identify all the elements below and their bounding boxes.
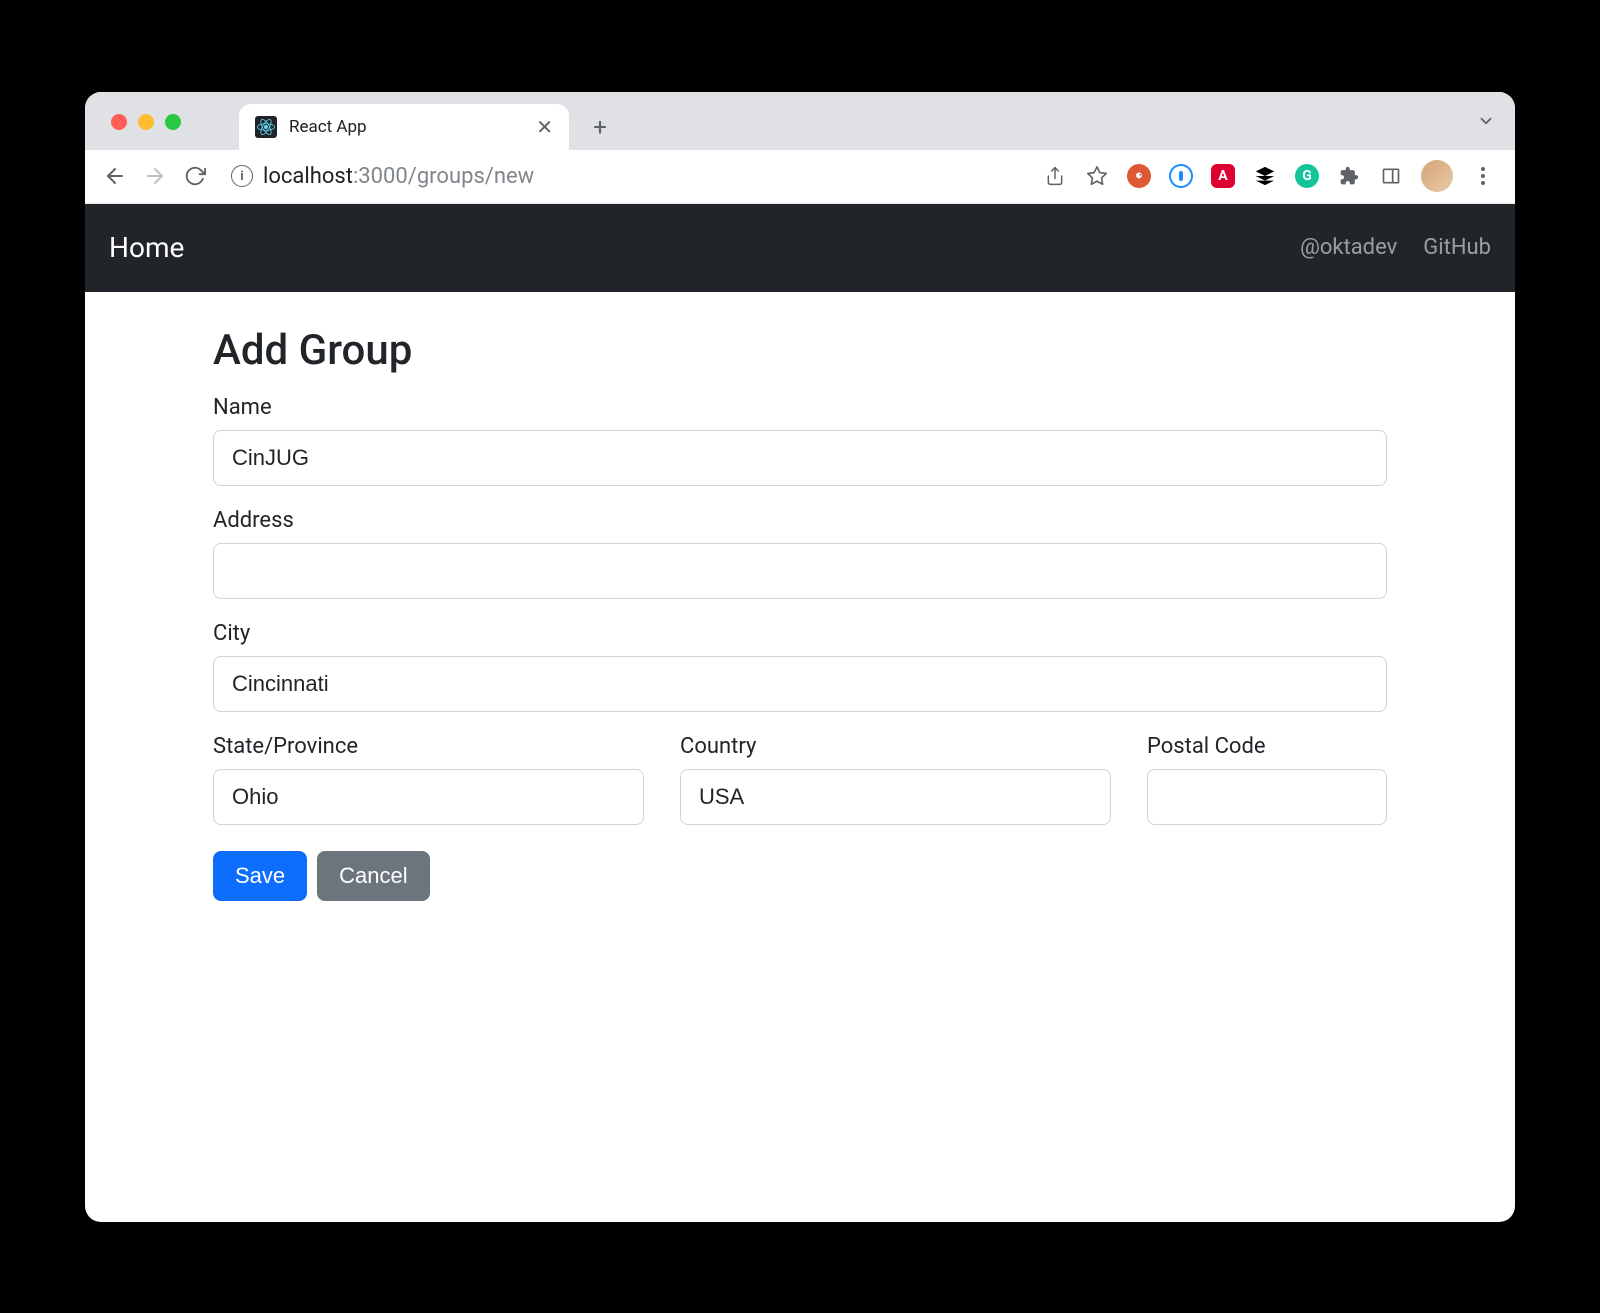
app-navbar: Home @oktadev GitHub: [85, 204, 1515, 292]
state-input[interactable]: [213, 769, 644, 825]
react-favicon-icon: [255, 116, 277, 138]
new-tab-button[interactable]: +: [581, 108, 619, 146]
country-label: Country: [680, 734, 1111, 759]
site-info-icon[interactable]: i: [231, 165, 253, 187]
close-window-button[interactable]: [111, 114, 127, 130]
form-actions: Save Cancel: [213, 851, 1387, 901]
navbar-link-github[interactable]: GitHub: [1423, 235, 1491, 260]
duckduckgo-extension-icon[interactable]: [1127, 164, 1151, 188]
maximize-window-button[interactable]: [165, 114, 181, 130]
city-label: City: [213, 621, 1387, 646]
form-group-country: Country: [680, 734, 1111, 825]
state-label: State/Province: [213, 734, 644, 759]
country-input[interactable]: [680, 769, 1111, 825]
toolbar-right: A G: [1043, 160, 1499, 192]
form-group-city: City: [213, 621, 1387, 712]
name-label: Name: [213, 395, 1387, 420]
navbar-brand[interactable]: Home: [109, 231, 184, 264]
url-text: localhost:3000/groups/new: [263, 164, 534, 189]
form-group-state: State/Province: [213, 734, 644, 825]
onepassword-extension-icon[interactable]: [1169, 164, 1193, 188]
page-content: Add Group Name Address City State/Provin…: [85, 292, 1515, 1222]
form-group-address: Address: [213, 508, 1387, 599]
minimize-window-button[interactable]: [138, 114, 154, 130]
postal-input[interactable]: [1147, 769, 1387, 825]
forward-icon[interactable]: [141, 162, 169, 190]
browser-tab-active[interactable]: React App ✕: [239, 104, 569, 150]
name-input[interactable]: [213, 430, 1387, 486]
grammarly-extension-icon[interactable]: G: [1295, 164, 1319, 188]
profile-avatar[interactable]: [1421, 160, 1453, 192]
navbar-link-oktadev[interactable]: @oktadev: [1300, 235, 1397, 260]
browser-tab-strip: React App ✕ +: [85, 92, 1515, 150]
browser-window: React App ✕ + i localhost:3000/groups/ne…: [85, 92, 1515, 1222]
form-group-postal: Postal Code: [1147, 734, 1387, 825]
chrome-menu-icon[interactable]: [1471, 164, 1495, 188]
bookmark-star-icon[interactable]: [1085, 164, 1109, 188]
back-icon[interactable]: [101, 162, 129, 190]
tab-title: React App: [289, 117, 524, 137]
window-controls: [111, 114, 181, 130]
tabs-dropdown-icon[interactable]: [1477, 112, 1495, 135]
side-panel-icon[interactable]: [1379, 164, 1403, 188]
cancel-button[interactable]: Cancel: [317, 851, 429, 901]
form-group-name: Name: [213, 395, 1387, 486]
angular-extension-icon[interactable]: A: [1211, 164, 1235, 188]
save-button[interactable]: Save: [213, 851, 307, 901]
browser-address-bar: i localhost:3000/groups/new A G: [85, 150, 1515, 204]
buffer-extension-icon[interactable]: [1253, 164, 1277, 188]
postal-label: Postal Code: [1147, 734, 1387, 759]
address-input[interactable]: [213, 543, 1387, 599]
city-input[interactable]: [213, 656, 1387, 712]
page-title: Add Group: [213, 326, 1387, 375]
navbar-right: @oktadev GitHub: [1300, 235, 1491, 260]
extensions-puzzle-icon[interactable]: [1337, 164, 1361, 188]
share-icon[interactable]: [1043, 164, 1067, 188]
url-bar[interactable]: i localhost:3000/groups/new: [221, 164, 1031, 189]
reload-icon[interactable]: [181, 162, 209, 190]
form-row-location: State/Province Country Postal Code: [213, 734, 1387, 847]
close-tab-icon[interactable]: ✕: [536, 115, 553, 139]
add-group-form: Name Address City State/Province Country: [213, 395, 1387, 901]
address-label: Address: [213, 508, 1387, 533]
